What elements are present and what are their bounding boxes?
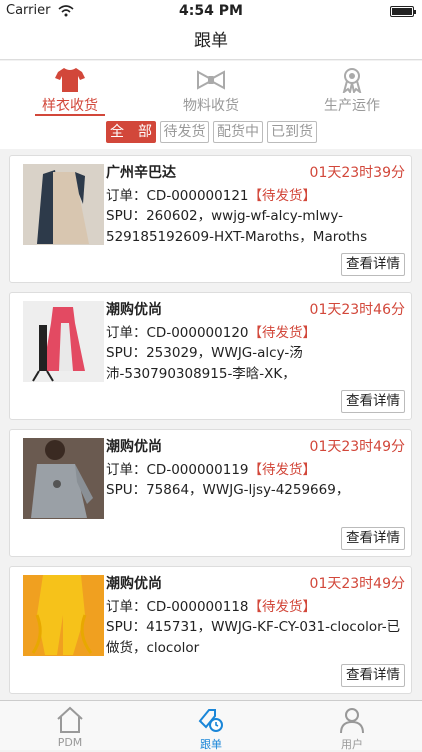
tab-production[interactable]: 生产运作 — [282, 61, 422, 116]
countdown-timer: 01天23时46分 — [309, 302, 405, 318]
filter-arrived[interactable]: 已到货 — [267, 121, 317, 143]
spu-info: SPU：75864，WWJG-ljsy-4259669， — [106, 482, 350, 498]
view-detail-button[interactable]: 查看详情 — [341, 664, 405, 687]
product-image — [23, 575, 104, 656]
store-name: 潮购优尚 — [106, 439, 162, 455]
order-status: 【待发货】 — [248, 325, 317, 341]
view-detail-button[interactable]: 查看详情 — [341, 390, 405, 413]
page-title: 跟单 — [194, 31, 228, 51]
tab-material-receipt[interactable]: 物料收货 — [141, 61, 281, 116]
tab-sample-receipt[interactable]: 样衣收货 — [0, 61, 140, 116]
order-number: 订单：CD-000000120【待发货】 — [106, 325, 317, 341]
category-tabs: 样衣收货 物料收货 生产运作 — [0, 61, 422, 116]
filter-pending-shipment[interactable]: 待发货 — [160, 121, 209, 143]
store-name: 潮购优尚 — [106, 576, 162, 592]
countdown-timer: 01天23时49分 — [309, 576, 405, 592]
battery-icon — [390, 6, 416, 17]
status-bar: Carrier 4:54 PM — [0, 0, 422, 22]
spu-info: SPU：260602，wwjg-wf-alcy-mlwy-52918519260… — [106, 208, 368, 245]
order-number: 订单：CD-000000121【待发货】 — [106, 188, 317, 204]
home-icon — [57, 706, 83, 733]
order-status: 【待发货】 — [248, 188, 317, 204]
tabbar-user[interactable]: 用户 — [282, 701, 422, 751]
countdown-timer: 01天23时49分 — [309, 439, 405, 455]
tab-label: 生产运作 — [324, 98, 380, 114]
tab-label: 样衣收货 — [42, 98, 98, 114]
tab-label: 物料收货 — [183, 98, 239, 114]
follow-icon — [198, 709, 223, 732]
status-time: 4:54 PM — [179, 3, 243, 19]
filter-all[interactable]: 全 部 — [106, 121, 156, 143]
badge-icon — [342, 68, 362, 93]
store-name: 广州辛巴达 — [106, 165, 176, 181]
spu-info: SPU：415731，WWJG-KF-CY-031-clocolor-已做货，c… — [106, 619, 401, 656]
view-detail-button[interactable]: 查看详情 — [341, 253, 405, 276]
countdown-timer: 01天23时39分 — [309, 165, 405, 181]
order-number: 订单：CD-000000118【待发货】 — [106, 599, 317, 615]
order-status: 【待发货】 — [248, 462, 317, 478]
store-name: 潮购优尚 — [106, 302, 162, 318]
tabbar-pdm[interactable]: PDM — [0, 701, 140, 751]
tabbar-follow[interactable]: 跟单 — [141, 701, 281, 751]
bowtie-icon — [197, 70, 225, 90]
product-image — [23, 301, 104, 382]
order-card[interactable]: 潮购优尚 01天23时46分 订单：CD-000000120【待发货】 SPU：… — [9, 292, 412, 420]
order-number: 订单：CD-000000119【待发货】 — [106, 462, 317, 478]
order-card[interactable]: 广州辛巴达 01天23时39分 订单：CD-000000121【待发货】 SPU… — [9, 155, 412, 283]
order-status: 【待发货】 — [248, 599, 317, 615]
tabbar-label: PDM — [57, 736, 83, 749]
product-image — [23, 438, 104, 519]
product-image — [23, 164, 104, 245]
view-detail-button[interactable]: 查看详情 — [341, 527, 405, 550]
filter-allocating[interactable]: 配货中 — [213, 121, 263, 143]
user-icon — [340, 708, 364, 734]
status-filters: 全 部 待发货 配货中 已到货 — [0, 116, 422, 149]
tab-bar: PDM 跟单 用户 — [0, 700, 422, 751]
order-card[interactable]: 潮购优尚 01天23时49分 订单：CD-000000119【待发货】 SPU：… — [9, 429, 412, 557]
order-card[interactable]: 潮购优尚 01天23时49分 订单：CD-000000118【待发货】 SPU：… — [9, 566, 412, 694]
shirt-icon — [55, 68, 85, 92]
spu-info: SPU：253029，WWJG-alcy-汤沛-530790308915-李晗-… — [106, 345, 303, 382]
nav-bar: 跟单 — [0, 22, 422, 60]
